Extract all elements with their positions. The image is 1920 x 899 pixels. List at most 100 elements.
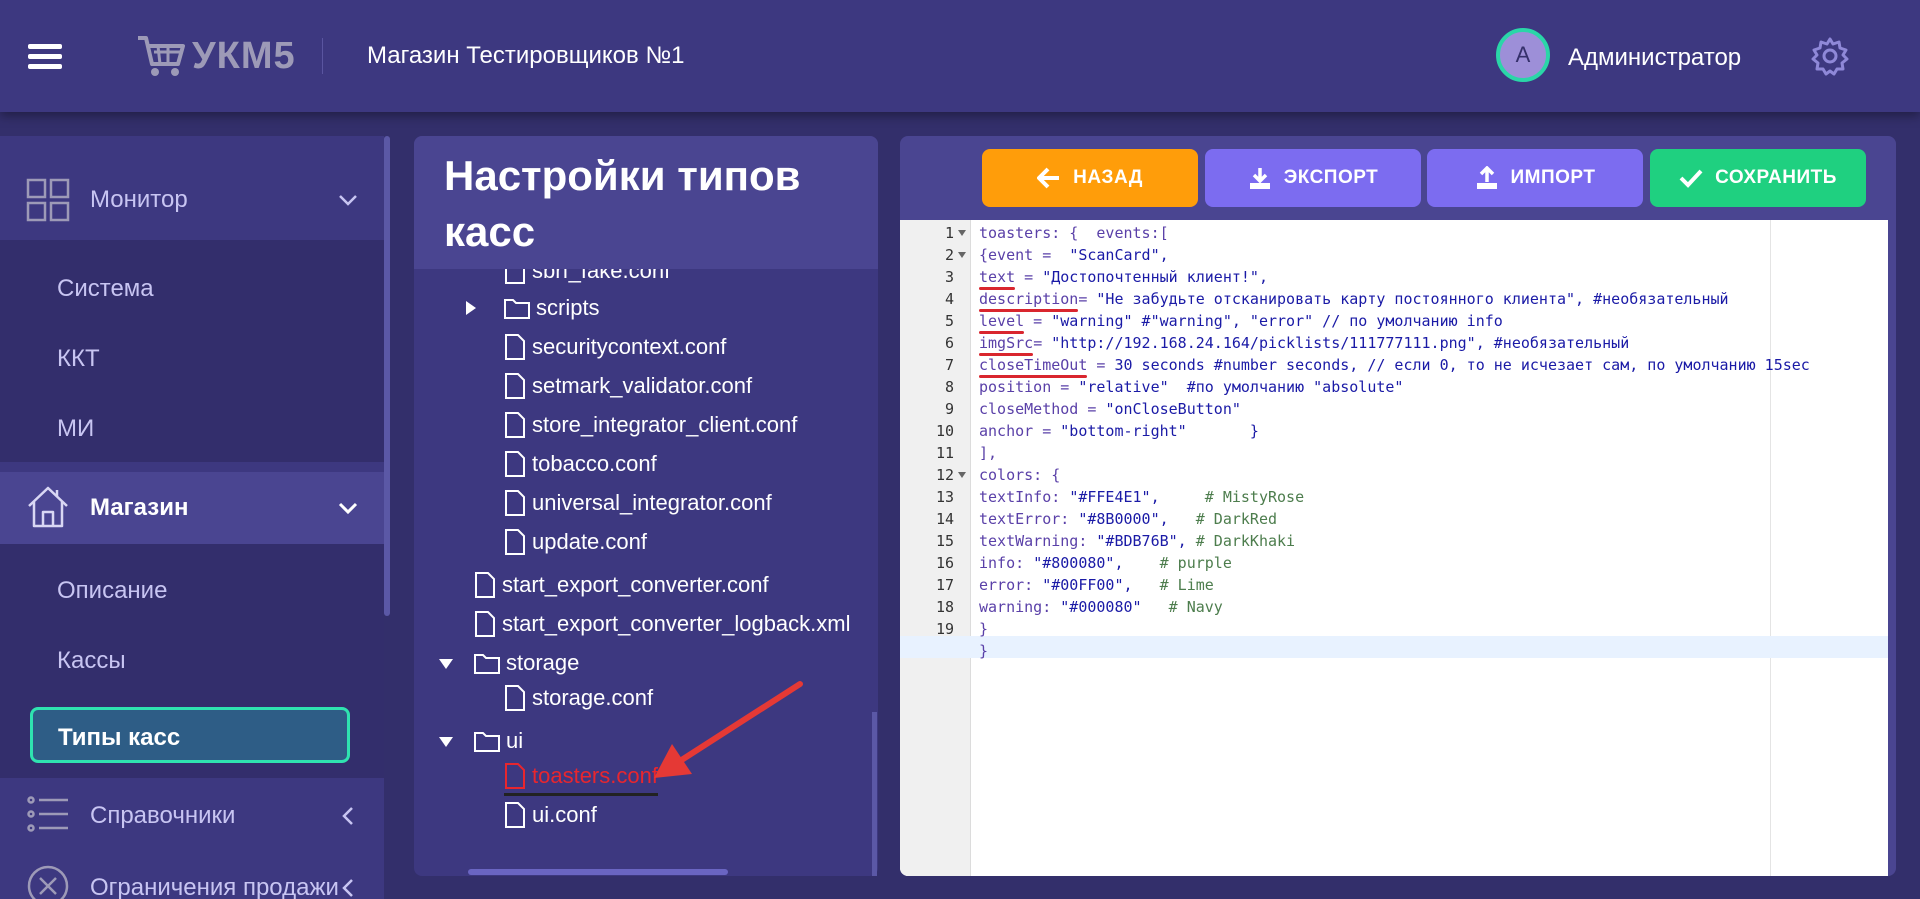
sidebar-item-description[interactable]: Описание — [0, 556, 384, 626]
store-name: Магазин Тестировщиков №1 — [367, 42, 685, 69]
tree-vertical-scrollbar[interactable] — [872, 712, 877, 876]
code-token: # MistyRose — [1159, 488, 1305, 506]
sidebar: Монитор Система ККТ МИ Магазин Описание … — [0, 136, 384, 899]
tree-folder-label: storage — [506, 650, 580, 675]
code-line[interactable]: text = "Достопочтенный клиент!", — [979, 266, 1268, 288]
grid-icon — [26, 178, 70, 222]
tree-file-update[interactable]: update.conf — [504, 525, 647, 559]
tree-file-setmark-validator[interactable]: setmark_validator.conf — [504, 369, 752, 403]
chevron-down-icon — [338, 502, 358, 515]
line-number: 4 — [944, 290, 954, 308]
avatar[interactable]: A — [1496, 28, 1550, 82]
sidebar-item-mi[interactable]: МИ — [0, 394, 384, 464]
tree-file-label: storage.conf — [532, 685, 654, 710]
sidebar-item-kassy[interactable]: Кассы — [0, 626, 384, 696]
file-icon — [505, 685, 525, 711]
collapse-caret-icon[interactable] — [439, 659, 453, 669]
code-token: info: — [979, 554, 1034, 572]
code-token: = — [1078, 290, 1097, 308]
sidebar-item-shop[interactable]: Магазин — [0, 472, 384, 544]
code-token: closeTimeOut — [979, 356, 1088, 374]
sidebar-item-kkt[interactable]: ККТ — [0, 324, 384, 394]
tree-file-toasters-conf[interactable]: toasters.conf — [504, 759, 658, 796]
code-token: "#BDB76B", — [1096, 532, 1187, 550]
file-icon — [505, 412, 525, 438]
code-line[interactable]: level = "warning" #"warning", "error" //… — [979, 310, 1503, 332]
code-line[interactable]: {event = "ScanCard", — [979, 244, 1169, 266]
import-button[interactable]: ИМПОРТ — [1427, 149, 1643, 207]
code-token: # purple — [1123, 554, 1232, 572]
code-line[interactable]: toasters: { events:[ — [979, 222, 1169, 244]
line-number: 6 — [944, 334, 954, 352]
back-button[interactable]: НАЗАД — [982, 149, 1198, 207]
code-line[interactable]: error: "#00FF00", # Lime — [979, 574, 1214, 596]
back-label: НАЗАД — [1073, 167, 1143, 188]
tree-file-universal-integrator[interactable]: universal_integrator.conf — [504, 486, 772, 520]
save-label: СОХРАНИТЬ — [1715, 167, 1837, 188]
save-button[interactable]: СОХРАНИТЬ — [1650, 149, 1866, 207]
sidebar-label-monitor: Монитор — [90, 186, 188, 213]
logo[interactable]: УКМ5 — [136, 32, 296, 80]
code-line[interactable]: ], — [979, 442, 997, 464]
code-line[interactable]: info: "#800080", # purple — [979, 552, 1232, 574]
code-line[interactable]: position = "relative" #по умолчанию "abs… — [979, 376, 1403, 398]
code-line[interactable]: anchor = "bottom-right" } — [979, 420, 1259, 442]
tree-folder-storage[interactable]: storage — [474, 646, 579, 680]
code-line[interactable]: textWarning: "#BDB76B", # DarkKhaki — [979, 530, 1295, 552]
tree-file-storage-conf[interactable]: storage.conf — [504, 681, 653, 715]
code-token: # DarkKhaki — [1186, 532, 1296, 550]
code-line[interactable]: warning: "#000080" # Navy — [979, 596, 1223, 618]
tree-file-start-export-converter-logback[interactable]: start_export_converter_logback.xml — [474, 607, 851, 641]
fold-toggle-icon[interactable] — [958, 230, 966, 236]
code-token: "onCloseButton" — [1105, 400, 1241, 418]
home-icon — [28, 486, 68, 528]
code-token: "bottom-right" } — [1060, 422, 1259, 440]
export-button[interactable]: ЭКСПОРТ — [1205, 149, 1421, 207]
fold-toggle-icon[interactable] — [958, 252, 966, 258]
sidebar-item-monitor[interactable]: Монитор — [0, 166, 384, 234]
tree-file-label: ui.conf — [532, 802, 597, 827]
sidebar-scrollbar[interactable] — [384, 136, 390, 616]
code-token: colors: { — [979, 466, 1061, 484]
tree-folder-scripts[interactable]: scripts — [504, 291, 600, 325]
sidebar-item-system[interactable]: Система — [0, 254, 384, 324]
code-token: = — [1033, 334, 1052, 352]
code-line[interactable]: } — [979, 640, 988, 662]
tree-file-store-integrator-client[interactable]: store_integrator_client.conf — [504, 408, 797, 442]
download-icon — [1249, 168, 1270, 189]
tree-file-securitycontext[interactable]: securitycontext.conf — [504, 330, 726, 364]
user-name[interactable]: Администратор — [1568, 44, 1741, 72]
tree-folder-ui[interactable]: ui — [474, 724, 523, 758]
code-token: "Достопочтенный клиент!", — [1042, 268, 1268, 286]
code-line[interactable]: } — [979, 618, 988, 640]
gear-icon[interactable] — [1810, 36, 1850, 76]
code-token: textWarning: — [979, 532, 1097, 550]
tree-file-ui-conf[interactable]: ui.conf — [504, 798, 597, 832]
line-number: 17 — [935, 576, 954, 594]
tree-file-label: setmark_validator.conf — [532, 373, 753, 398]
tree-file-tobacco[interactable]: tobacco.conf — [504, 447, 657, 481]
code-line[interactable]: closeMethod = "onCloseButton" — [979, 398, 1241, 420]
code-editor[interactable]: 1234567891011121314151617181920 toasters… — [900, 220, 1888, 876]
fold-toggle-icon[interactable] — [958, 472, 966, 478]
code-line[interactable]: closeTimeOut = 30 seconds #number second… — [979, 354, 1810, 376]
code-line[interactable]: description= "Не забудьте отсканировать … — [979, 288, 1729, 310]
sidebar-item-references[interactable]: Справочники — [0, 778, 384, 850]
menu-icon[interactable] — [28, 44, 62, 70]
collapse-caret-icon[interactable] — [439, 737, 453, 747]
sidebar-item-kassa-types[interactable]: Типы касс — [30, 707, 350, 763]
line-number: 8 — [944, 378, 954, 396]
tree-folder-label: ui — [506, 728, 524, 753]
code-line[interactable]: colors: { — [979, 464, 1060, 486]
code-token: toasters: { events:[ — [979, 224, 1169, 242]
expand-caret-icon[interactable] — [466, 301, 476, 315]
folder-icon — [504, 299, 530, 319]
sidebar-item-limits[interactable]: Ограничения продажи — [0, 850, 384, 899]
code-line[interactable]: textInfo: "#FFE4E1", # MistyRose — [979, 486, 1304, 508]
tree-horizontal-scrollbar[interactable] — [468, 869, 728, 875]
code-line[interactable]: imgSrc= "http://192.168.24.164/picklists… — [979, 332, 1629, 354]
code-token: "Не забудьте отсканировать карту постоян… — [1096, 290, 1729, 308]
line-number: 15 — [935, 532, 954, 550]
code-line[interactable]: textError: "#8B0000", # DarkRed — [979, 508, 1277, 530]
tree-file-start-export-converter[interactable]: start_export_converter.conf — [474, 568, 769, 602]
